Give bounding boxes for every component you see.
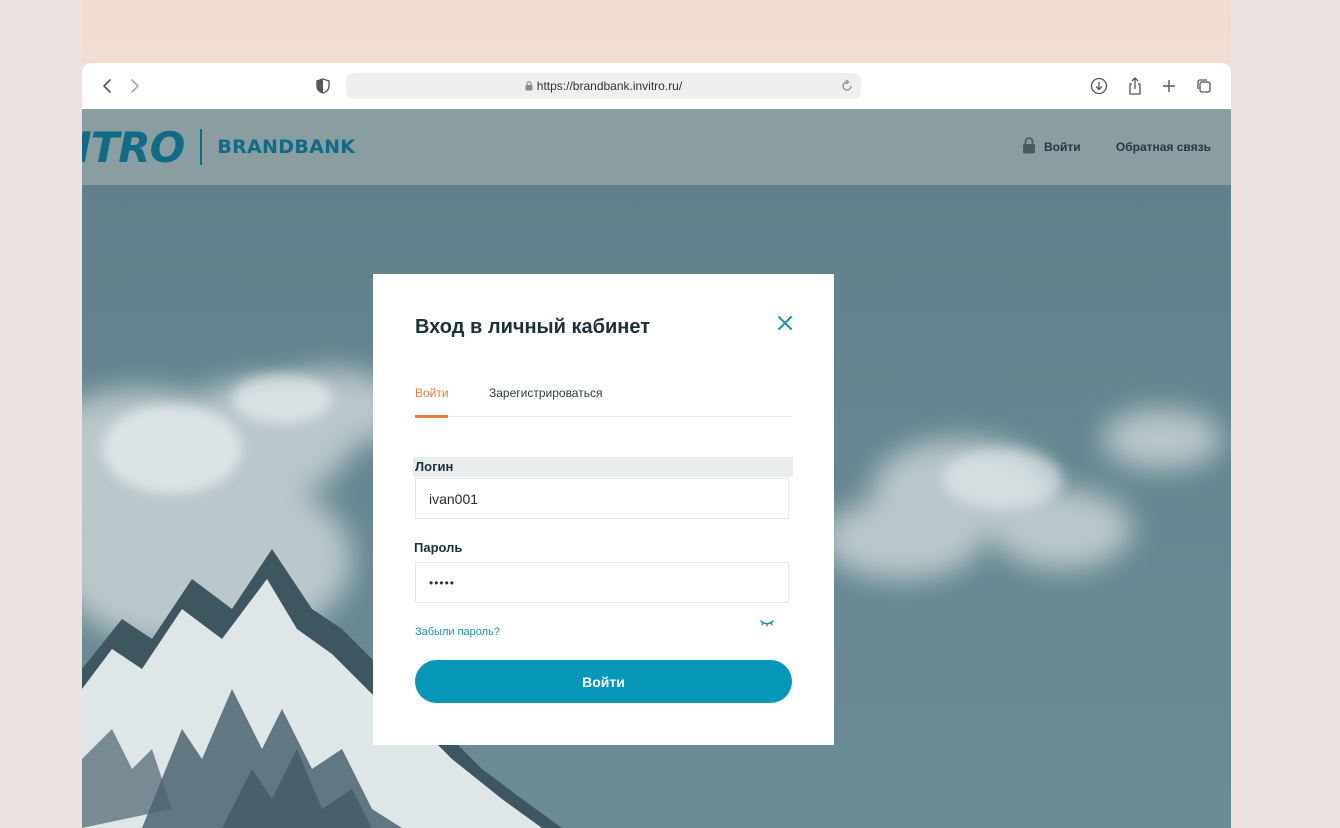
header-feedback-link[interactable]: Обратная связь [1116, 140, 1211, 154]
lock-icon [1022, 137, 1036, 157]
tab-login-label: Войти [415, 386, 449, 400]
logo-divider [200, 129, 203, 165]
logo-main-text: ITRO [82, 122, 185, 172]
active-tab-indicator [415, 415, 448, 418]
password-value: ••••• [429, 575, 456, 590]
url-value: https://brandbank.invitro.ru/ [536, 79, 683, 93]
shield-icon[interactable] [312, 75, 334, 97]
login-value: ivan001 [429, 490, 479, 507]
url-text[interactable]: https://brandbank.invitro.ru/ [346, 73, 861, 99]
password-label: Пароль [414, 540, 463, 555]
logo[interactable]: ITRO BRANDBANK [82, 122, 356, 172]
reload-icon[interactable] [839, 78, 855, 94]
login-modal: Вход в личный кабинет Войти Зарегистриро… [373, 274, 834, 745]
close-icon[interactable] [776, 314, 794, 332]
browser-window: https://brandbank.invitro.ru/ ITRO BRAND… [82, 63, 1231, 828]
address-bar[interactable]: https://brandbank.invitro.ru/ [346, 73, 861, 99]
logo-sub-text: BRANDBANK [217, 136, 356, 158]
plus-icon[interactable] [1158, 75, 1180, 97]
auth-tabs: Войти Зарегистрироваться [415, 382, 791, 418]
login-submit-button[interactable]: Войти [415, 660, 792, 703]
tab-register[interactable]: Зарегистрироваться [489, 386, 602, 400]
header-login-link[interactable]: Войти [1022, 137, 1081, 157]
tab-login[interactable]: Войти [415, 386, 449, 400]
forgot-password-link[interactable]: Забыли пароль? [415, 626, 500, 638]
lock-icon [525, 74, 533, 100]
browser-toolbar: https://brandbank.invitro.ru/ [82, 63, 1231, 109]
site-header: ITRO BRANDBANK Войти Обратная связь [82, 109, 1231, 185]
login-input[interactable]: ivan001 [415, 478, 789, 519]
chevron-right-icon[interactable] [124, 75, 146, 97]
page-viewport: ITRO BRANDBANK Войти Обратная связь Вход… [82, 109, 1231, 828]
password-input[interactable]: ••••• [415, 562, 789, 603]
share-icon[interactable] [1124, 75, 1146, 97]
modal-title: Вход в личный кабинет [415, 316, 650, 338]
tab-register-label: Зарегистрироваться [489, 386, 603, 400]
header-login-label: Войти [1044, 140, 1081, 154]
chevron-left-icon[interactable] [96, 75, 118, 97]
download-icon[interactable] [1088, 75, 1110, 97]
tabs-overview-icon[interactable] [1193, 75, 1215, 97]
eye-closed-icon[interactable] [759, 614, 775, 627]
top-strip [82, 0, 1231, 63]
login-label: Логин [413, 457, 793, 477]
